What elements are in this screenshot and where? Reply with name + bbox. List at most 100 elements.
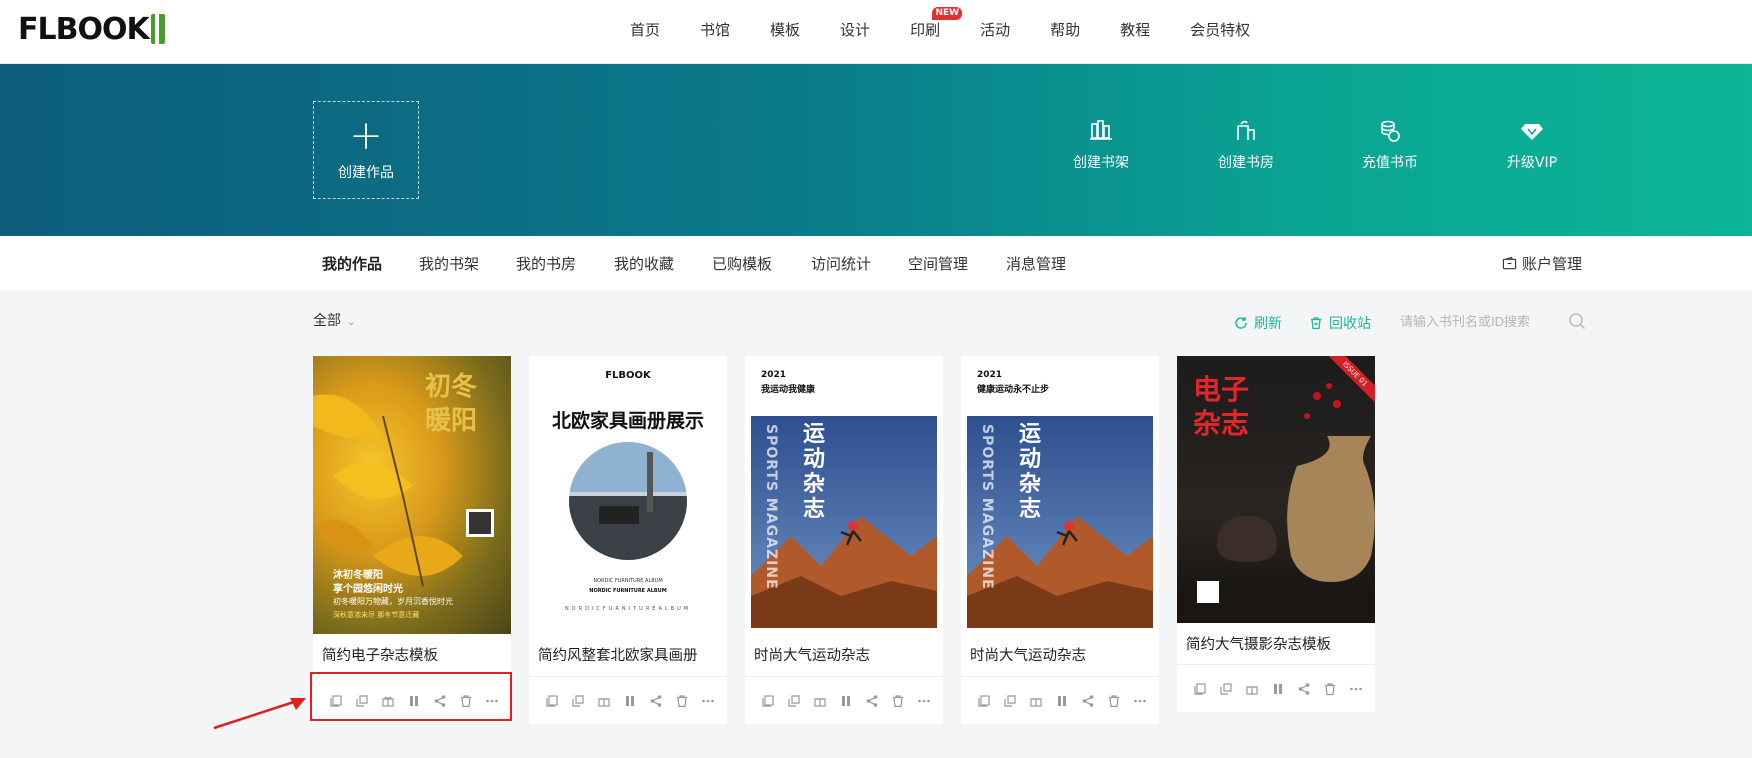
nav-link-print[interactable]: 印刷 NEW bbox=[910, 6, 963, 40]
pause-icon[interactable] bbox=[617, 691, 643, 711]
more-icon[interactable] bbox=[695, 691, 721, 711]
work-title[interactable]: 时尚大气运动杂志 bbox=[754, 644, 870, 665]
delete-icon[interactable] bbox=[1101, 691, 1127, 711]
work-cover[interactable]: 2021 健康运动永不止步 SPORTS MAGAZINE 运动杂志 bbox=[961, 356, 1159, 634]
more-icon[interactable] bbox=[1127, 691, 1153, 711]
pause-icon[interactable] bbox=[1265, 679, 1291, 699]
share-icon[interactable] bbox=[859, 691, 885, 711]
copy-icon[interactable] bbox=[1187, 679, 1213, 699]
delete-icon[interactable] bbox=[1317, 679, 1343, 699]
cover-line-2: 享个园悠闲时光 bbox=[333, 584, 403, 595]
search-input[interactable] bbox=[1400, 313, 1560, 329]
work-cover[interactable]: 2021 我运动我健康 SPORTS MAGAZINE 运动杂志 bbox=[745, 356, 943, 634]
edit-icon[interactable] bbox=[565, 691, 591, 711]
cover-sub-3: NORDICFURNITUREALBUM bbox=[564, 606, 692, 612]
nav-link-home[interactable]: 首页 bbox=[630, 19, 660, 40]
work-card[interactable]: 2021 我运动我健康 SPORTS MAGAZINE 运动杂志 时尚大气运动杂… bbox=[745, 356, 943, 724]
diamond-icon bbox=[1521, 124, 1543, 140]
cover-title-vertical: 初冬暖阳 bbox=[425, 372, 478, 436]
gift-icon[interactable] bbox=[807, 691, 833, 711]
pause-icon[interactable] bbox=[833, 691, 859, 711]
tab-message-management[interactable]: 消息管理 bbox=[1006, 253, 1066, 274]
recycle-bin-label: 回收站 bbox=[1329, 316, 1371, 332]
more-icon[interactable] bbox=[1343, 679, 1369, 699]
recharge-coins-label: 充值书币 bbox=[1362, 155, 1418, 171]
tab-my-works[interactable]: 我的作品 bbox=[322, 253, 382, 274]
create-bookshelf-button[interactable]: 创建书架 bbox=[1056, 118, 1146, 172]
edit-icon[interactable] bbox=[1213, 679, 1239, 699]
create-work-button[interactable]: + 创建作品 bbox=[313, 101, 419, 199]
category-filter-value: 全部 bbox=[313, 313, 341, 329]
edit-icon[interactable] bbox=[781, 691, 807, 711]
work-title[interactable]: 简约大气摄影杂志模板 bbox=[1186, 633, 1331, 654]
tab-my-bookshelf[interactable]: 我的书架 bbox=[419, 253, 479, 274]
work-title[interactable]: 简约风整套北欧家具画册 bbox=[538, 644, 698, 665]
tab-my-study[interactable]: 我的书房 bbox=[516, 253, 576, 274]
copy-icon[interactable] bbox=[539, 691, 565, 711]
pause-icon[interactable] bbox=[1049, 691, 1075, 711]
highlight-box bbox=[310, 672, 512, 721]
tab-my-favorites[interactable]: 我的收藏 bbox=[614, 253, 674, 274]
recharge-coins-button[interactable]: 充值书币 bbox=[1345, 118, 1435, 172]
flbook-logo[interactable]: FLBOOK bbox=[18, 11, 165, 47]
refresh-button[interactable]: 刷新 bbox=[1234, 313, 1282, 333]
delete-icon[interactable] bbox=[885, 691, 911, 711]
share-icon[interactable] bbox=[1075, 691, 1101, 711]
work-title[interactable]: 简约电子杂志模板 bbox=[322, 644, 438, 665]
nav-link-tutorials[interactable]: 教程 bbox=[1120, 19, 1150, 40]
plus-icon: + bbox=[349, 113, 383, 159]
gift-icon[interactable] bbox=[1023, 691, 1049, 711]
refresh-label: 刷新 bbox=[1254, 316, 1282, 332]
vase-photo-image bbox=[1177, 383, 1375, 623]
top-nav: FLBOOK 首页 书馆 模板 设计 印刷 NEW 活动 帮助 教程 会员特权 bbox=[0, 0, 1752, 64]
recycle-bin-button[interactable]: 回收站 bbox=[1309, 313, 1371, 333]
gift-icon[interactable] bbox=[1239, 679, 1265, 699]
share-icon[interactable] bbox=[1291, 679, 1317, 699]
nav-link-templates[interactable]: 模板 bbox=[770, 19, 800, 40]
search-box bbox=[1400, 306, 1588, 336]
cover-vertical-en: SPORTS MAGAZINE bbox=[763, 424, 779, 590]
new-badge: NEW bbox=[932, 6, 963, 20]
upgrade-vip-label: 升级VIP bbox=[1506, 155, 1558, 171]
cover-line-3: 初冬暖阳万物藏，岁月沉香悦时光 bbox=[333, 597, 453, 606]
create-bookshelf-label: 创建书架 bbox=[1073, 155, 1129, 171]
share-icon[interactable] bbox=[643, 691, 669, 711]
account-management-link[interactable]: 账户管理 bbox=[1502, 253, 1582, 274]
tab-purchased-templates[interactable]: 已购模板 bbox=[712, 253, 772, 274]
refresh-icon bbox=[1235, 317, 1247, 329]
cover-sub-2: NORDIC FURNITURE ALBUM bbox=[589, 588, 667, 594]
category-filter-dropdown[interactable]: 全部 ⌄ bbox=[313, 310, 355, 330]
logo-text: FLBOOK bbox=[18, 11, 150, 47]
tab-space-management[interactable]: 空间管理 bbox=[908, 253, 968, 274]
work-card[interactable]: 2021 健康运动永不止步 SPORTS MAGAZINE 运动杂志 时尚大气运… bbox=[961, 356, 1159, 724]
work-card[interactable]: FLBOOK 北欧家具画册展示 NORDIC FURNITURE ALBUM N… bbox=[529, 356, 727, 724]
nav-link-library[interactable]: 书馆 bbox=[700, 19, 730, 40]
nav-link-events[interactable]: 活动 bbox=[980, 19, 1010, 40]
main-nav: 首页 书馆 模板 设计 印刷 NEW 活动 帮助 教程 会员特权 bbox=[630, 0, 1290, 58]
cover-vertical-cn: 运动杂志 bbox=[1019, 422, 1042, 522]
work-title[interactable]: 时尚大气运动杂志 bbox=[970, 644, 1086, 665]
delete-icon[interactable] bbox=[669, 691, 695, 711]
edit-icon[interactable] bbox=[997, 691, 1023, 711]
gift-icon[interactable] bbox=[591, 691, 617, 711]
work-card[interactable]: 电子 杂志 ISSUE 01 简约大气摄影杂志模板 bbox=[1177, 356, 1375, 712]
search-icon[interactable] bbox=[1568, 312, 1586, 330]
work-cover[interactable]: 初冬暖阳 沐初冬暖阳 享个园悠闲时光 初冬暖阳万物藏，岁月沉香悦时光 深秋意浓未… bbox=[313, 356, 511, 634]
tab-visit-stats[interactable]: 访问统计 bbox=[811, 253, 871, 274]
cover-vertical-en: SPORTS MAGAZINE bbox=[979, 424, 995, 590]
dashboard-banner: + 创建作品 创建书架 创建书房 充值书币 升级VIP bbox=[0, 64, 1752, 236]
nav-link-membership[interactable]: 会员特权 bbox=[1190, 19, 1250, 40]
create-study-button[interactable]: 创建书房 bbox=[1201, 118, 1291, 172]
sub-nav: 我的作品 我的书架 我的书房 我的收藏 已购模板 访问统计 空间管理 消息管理 … bbox=[0, 236, 1752, 290]
work-cover[interactable]: 电子 杂志 ISSUE 01 bbox=[1177, 356, 1375, 623]
nav-link-design[interactable]: 设计 bbox=[840, 19, 870, 40]
work-tools bbox=[1177, 664, 1375, 712]
upgrade-vip-button[interactable]: 升级VIP bbox=[1487, 118, 1577, 172]
nav-link-help[interactable]: 帮助 bbox=[1050, 19, 1080, 40]
wallet-icon bbox=[1502, 256, 1517, 270]
work-card[interactable]: 初冬暖阳 沐初冬暖阳 享个园悠闲时光 初冬暖阳万物藏，岁月沉香悦时光 深秋意浓未… bbox=[313, 356, 511, 724]
copy-icon[interactable] bbox=[971, 691, 997, 711]
work-cover[interactable]: FLBOOK 北欧家具画册展示 NORDIC FURNITURE ALBUM N… bbox=[529, 356, 727, 634]
copy-icon[interactable] bbox=[755, 691, 781, 711]
more-icon[interactable] bbox=[911, 691, 937, 711]
